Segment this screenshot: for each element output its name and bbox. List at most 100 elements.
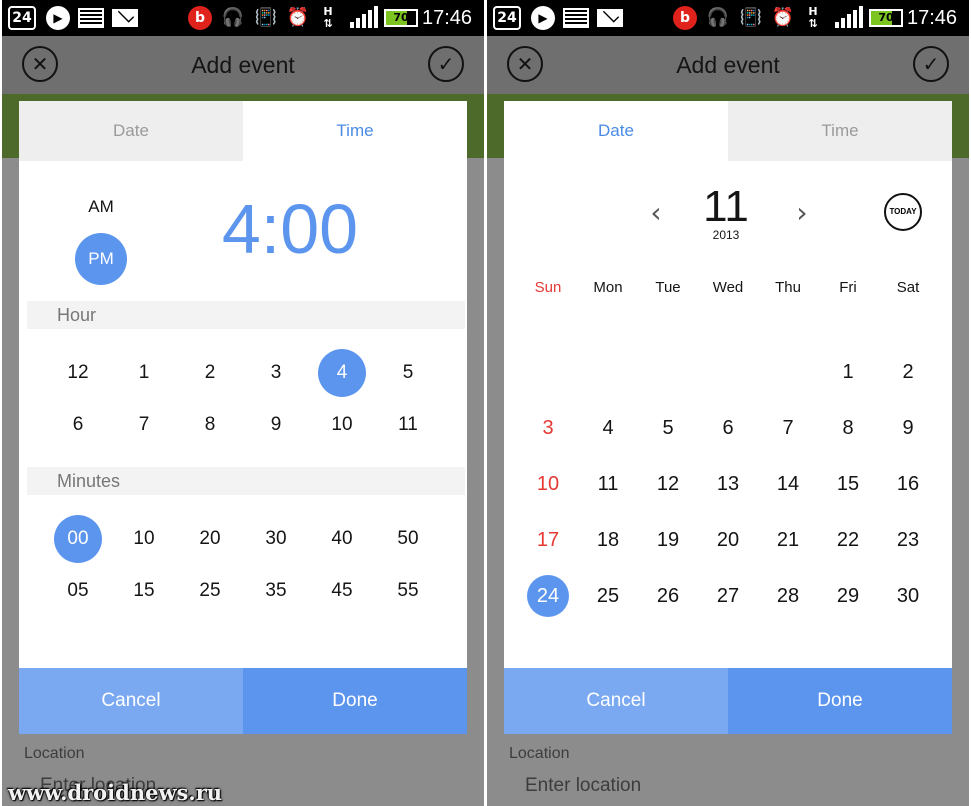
done-button[interactable]: Done bbox=[728, 668, 952, 734]
cancel-button[interactable]: Cancel bbox=[504, 668, 728, 734]
calendar-day[interactable]: 24 bbox=[518, 568, 578, 624]
hour-option[interactable]: 8 bbox=[177, 399, 243, 451]
beats-icon: b bbox=[188, 6, 212, 30]
dialog-footer: Cancel Done bbox=[504, 668, 952, 734]
tab-time[interactable]: Time bbox=[728, 101, 952, 161]
minute-option[interactable]: 25 bbox=[177, 565, 243, 617]
calendar-day-label: 5 bbox=[662, 416, 674, 439]
year-number: 2013 bbox=[712, 228, 740, 242]
calendar-day-label: 1 bbox=[842, 360, 854, 383]
chevron-right-icon[interactable]: › bbox=[790, 193, 814, 233]
status-bar: 24 ▶ b 🎧 📳 ⏰ H ⇅ 70 17:46 bbox=[2, 0, 484, 36]
minute-option-label: 40 bbox=[331, 528, 353, 549]
calendar-day[interactable]: 23 bbox=[878, 512, 938, 568]
calendar-day[interactable]: 16 bbox=[878, 456, 938, 512]
calendar-day-label: 12 bbox=[656, 472, 680, 495]
calendar-day[interactable]: 22 bbox=[818, 512, 878, 568]
minute-option[interactable]: 45 bbox=[309, 565, 375, 617]
chevron-left-icon[interactable]: ‹ bbox=[644, 193, 668, 233]
minute-option[interactable]: 50 bbox=[375, 513, 441, 565]
weekday-label: Mon bbox=[593, 279, 623, 296]
hour-option[interactable]: 9 bbox=[243, 399, 309, 451]
minute-option[interactable]: 00 bbox=[45, 513, 111, 565]
play-icon: ▶ bbox=[531, 6, 555, 30]
mail-icon bbox=[112, 9, 138, 27]
minute-option[interactable]: 30 bbox=[243, 513, 309, 565]
done-button[interactable]: Done bbox=[243, 668, 467, 734]
location-label: Location bbox=[24, 745, 85, 762]
mail-icon bbox=[597, 9, 623, 27]
hour-option[interactable]: 3 bbox=[243, 347, 309, 399]
hour-option[interactable]: 5 bbox=[375, 347, 441, 399]
calendar-day[interactable]: 27 bbox=[698, 568, 758, 624]
pm-toggle[interactable]: PM bbox=[75, 233, 127, 285]
calendar-day[interactable]: 21 bbox=[758, 512, 818, 568]
hour-option[interactable]: 1 bbox=[111, 347, 177, 399]
calendar-day[interactable]: 29 bbox=[818, 568, 878, 624]
calendar-day[interactable]: 11 bbox=[578, 456, 638, 512]
calendar-day[interactable]: 9 bbox=[878, 400, 938, 456]
calendar-day[interactable]: 3 bbox=[518, 400, 578, 456]
calendar-day[interactable]: 2 bbox=[878, 344, 938, 400]
tab-date[interactable]: Date bbox=[504, 101, 728, 161]
calendar-day[interactable]: 4 bbox=[578, 400, 638, 456]
hour-option[interactable]: 11 bbox=[375, 399, 441, 451]
calendar-day[interactable]: 1 bbox=[818, 344, 878, 400]
hour-option-label: 4 bbox=[318, 349, 366, 397]
calendar-day[interactable]: 7 bbox=[758, 400, 818, 456]
play-icon: ▶ bbox=[46, 6, 70, 30]
minute-option-label: 20 bbox=[199, 528, 221, 549]
minutes-section-label: Minutes bbox=[27, 467, 465, 495]
am-toggle[interactable]: AM bbox=[75, 181, 127, 233]
minute-option[interactable]: 40 bbox=[309, 513, 375, 565]
calendar-day[interactable]: 20 bbox=[698, 512, 758, 568]
location-label: Location bbox=[509, 745, 570, 762]
hour-option[interactable]: 12 bbox=[45, 347, 111, 399]
calendar-day[interactable]: 12 bbox=[638, 456, 698, 512]
calendar-day[interactable]: 28 bbox=[758, 568, 818, 624]
calendar-day[interactable]: 13 bbox=[698, 456, 758, 512]
calendar-day bbox=[518, 344, 578, 400]
close-icon[interactable]: ✕ bbox=[22, 46, 58, 82]
hour-option[interactable]: 4 bbox=[309, 347, 375, 399]
calendar-day[interactable]: 14 bbox=[758, 456, 818, 512]
tab-date[interactable]: Date bbox=[19, 101, 243, 161]
tab-time[interactable]: Time bbox=[243, 101, 467, 161]
minute-option[interactable]: 10 bbox=[111, 513, 177, 565]
calendar-day[interactable]: 6 bbox=[698, 400, 758, 456]
check-icon[interactable]: ✓ bbox=[428, 46, 464, 82]
calendar-day[interactable]: 17 bbox=[518, 512, 578, 568]
cancel-button[interactable]: Cancel bbox=[19, 668, 243, 734]
minute-grid: 00 10 20 30 40 50 05 15 25 35 45 55 bbox=[45, 513, 445, 617]
today-button[interactable]: TODAY bbox=[884, 193, 922, 231]
network-type: H bbox=[808, 5, 818, 18]
check-icon[interactable]: ✓ bbox=[913, 46, 949, 82]
calendar-day-label: 13 bbox=[716, 472, 740, 495]
hour-option[interactable]: 6 bbox=[45, 399, 111, 451]
data-arrows-icon: H ⇅ bbox=[808, 5, 818, 30]
close-icon[interactable]: ✕ bbox=[507, 46, 543, 82]
minute-option[interactable]: 05 bbox=[45, 565, 111, 617]
calendar-day[interactable]: 15 bbox=[818, 456, 878, 512]
calendar-day[interactable]: 8 bbox=[818, 400, 878, 456]
hour-option[interactable]: 2 bbox=[177, 347, 243, 399]
time-picker-dialog: Date Time AM PM 4:00 Hour 12 1 2 3 4 5 6 7 8 9 10 1… bbox=[19, 101, 467, 734]
calendar-day[interactable]: 19 bbox=[638, 512, 698, 568]
calendar-day[interactable]: 5 bbox=[638, 400, 698, 456]
calendar-day[interactable]: 18 bbox=[578, 512, 638, 568]
calendar-icon: 24 bbox=[8, 6, 36, 30]
location-input[interactable]: Enter location bbox=[525, 775, 641, 797]
minute-option[interactable]: 15 bbox=[111, 565, 177, 617]
minute-option[interactable]: 55 bbox=[375, 565, 441, 617]
calendar-day[interactable]: 25 bbox=[578, 568, 638, 624]
calendar-day[interactable]: 30 bbox=[878, 568, 938, 624]
hour-option[interactable]: 7 bbox=[111, 399, 177, 451]
minute-option[interactable]: 35 bbox=[243, 565, 309, 617]
hour-option-label: 3 bbox=[270, 362, 282, 383]
hour-option[interactable]: 10 bbox=[309, 399, 375, 451]
minute-option[interactable]: 20 bbox=[177, 513, 243, 565]
calendar-day[interactable]: 10 bbox=[518, 456, 578, 512]
weekday-label: Sat bbox=[896, 279, 920, 296]
calendar-day[interactable]: 26 bbox=[638, 568, 698, 624]
status-time: 17:46 bbox=[907, 7, 958, 29]
